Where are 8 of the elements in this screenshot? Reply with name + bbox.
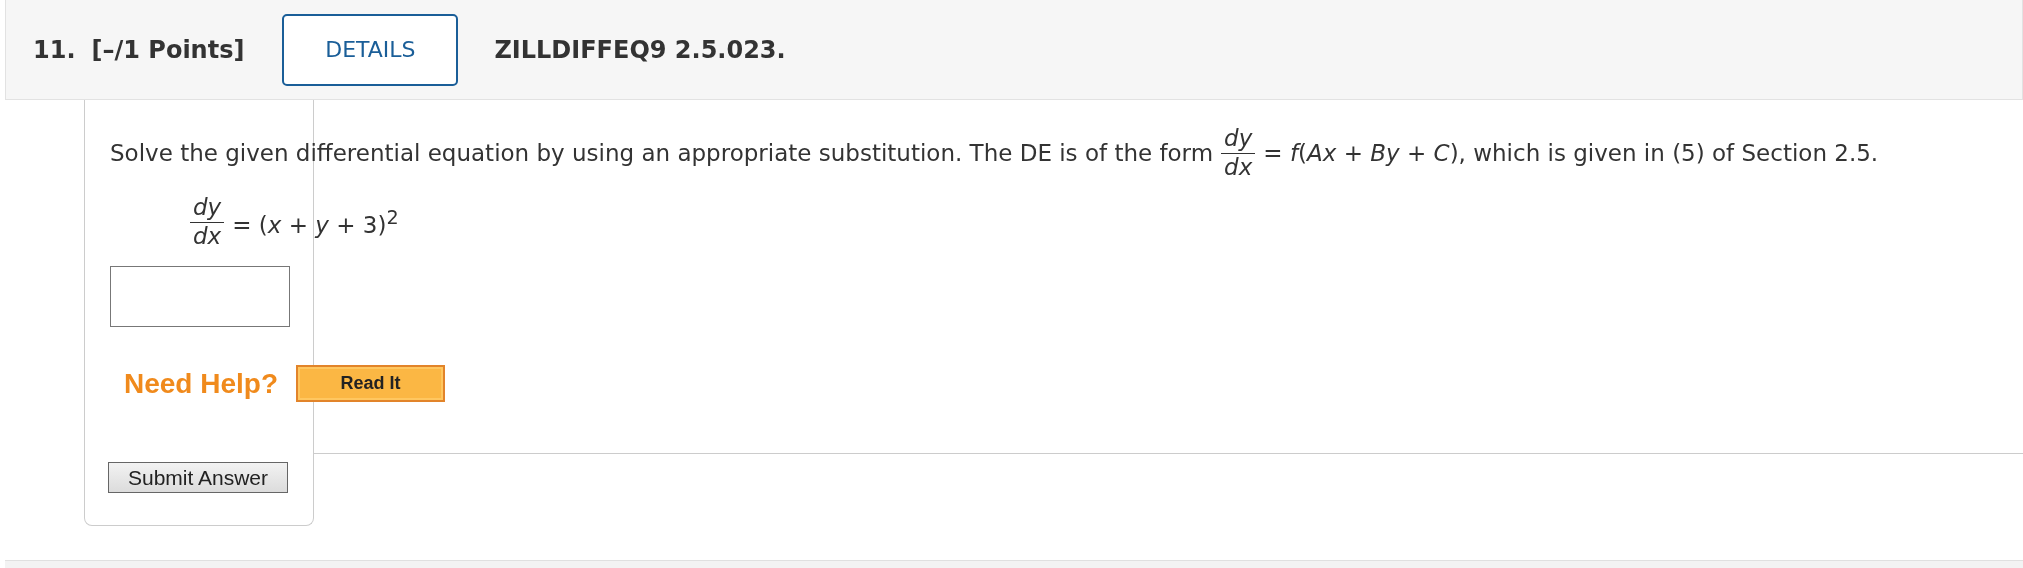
answer-field[interactable] [110, 266, 290, 328]
read-it-button[interactable]: Read It [296, 365, 446, 403]
submit-answer-button[interactable]: Submit Answer [108, 462, 288, 494]
question-number: 11. [33, 35, 76, 64]
problem-id: ZILLDIFFEQ9 2.5.023. [494, 35, 786, 64]
details-button[interactable]: DETAILS [282, 13, 459, 86]
need-help-label: Need Help? [124, 367, 279, 400]
points-label: [–/1 Points] [91, 35, 245, 64]
